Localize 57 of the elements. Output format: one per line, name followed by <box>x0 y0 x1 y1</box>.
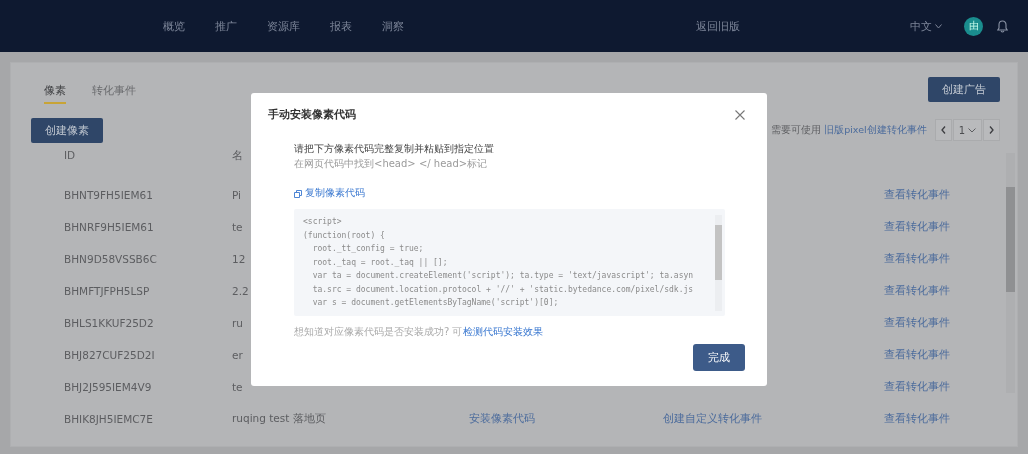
view-events-link[interactable]: 查看转化事件 <box>884 348 950 362</box>
view-events-link[interactable]: 查看转化事件 <box>884 188 950 202</box>
table-cell: BHNT9FH5IEM61 <box>64 189 153 201</box>
table-cell: BHIK8JH5IEMC7E <box>64 413 153 425</box>
table-cell: er <box>232 349 243 361</box>
table-cell: ru <box>232 317 243 329</box>
done-button[interactable]: 完成 <box>693 344 745 371</box>
nav-item[interactable]: 报表 <box>330 18 352 34</box>
nav-item[interactable]: 推广 <box>215 18 237 34</box>
table-cell: 12 <box>232 253 246 265</box>
tab[interactable]: 转化事件 <box>92 74 136 104</box>
notice-text: 需要可使用 <box>771 123 822 135</box>
table-cell: BHJ827CUF25D2I <box>64 349 155 361</box>
code-line: (function(root) { <box>303 229 386 242</box>
old-pixel-link[interactable]: 旧版pixel创建转化事件 <box>824 123 927 135</box>
table-cell: ruqing test 落地页 <box>232 412 326 426</box>
nav-item[interactable]: 概览 <box>163 18 185 34</box>
code-line: var ta = document.createElement('script'); ta.type = 'text/javascript'; ta.asyn <box>311 270 695 282</box>
tab[interactable]: 像素 <box>44 74 66 104</box>
table-cell: Pi <box>232 189 242 201</box>
nav-item[interactable]: 资源库 <box>267 18 300 34</box>
view-events-link[interactable]: 查看转化事件 <box>884 284 950 298</box>
old-version-link[interactable]: 返回旧版 <box>696 18 740 34</box>
install-code-link[interactable]: 安装像素代码 <box>469 412 535 426</box>
instruction-text: 请把下方像素代码完整复制并粘贴到指定位置 <box>294 142 495 156</box>
table-cell: BHN9D58VSSB6C <box>64 253 157 265</box>
code-line: root._tt_config = true; <box>311 243 425 255</box>
table-cell: te <box>232 221 243 233</box>
table-cell: 2.2 <box>232 285 249 297</box>
code-line: var s = document.getElementsByTagName('script')[0]; <box>311 297 560 309</box>
check-install-link[interactable]: 检测代码安装效果 <box>462 326 543 337</box>
language-selector[interactable]: 中文 <box>910 18 942 34</box>
table-cell: BHNRF9H5IEM61 <box>64 221 154 233</box>
view-events-link[interactable]: 查看转化事件 <box>884 252 950 266</box>
table-cell: BHLS1KKUF25D2 <box>64 317 154 329</box>
create-ad-button[interactable]: 创建广告 <box>928 76 1000 102</box>
page-selector[interactable]: 1 <box>952 119 982 141</box>
view-events-link[interactable]: 查看转化事件 <box>884 220 950 234</box>
create-pixel-button[interactable]: 创建像素 <box>31 117 103 143</box>
code-line: ta.src = document.location.protocol + '//' + 'static.bytedance.com/pixel/sdk.js <box>311 283 695 296</box>
view-events-link[interactable]: 查看转化事件 <box>884 380 950 394</box>
hint-text: 在网页代码中找到<head> </ head>标记 <box>294 157 489 171</box>
code-line: <script> <box>303 216 343 228</box>
nav-item[interactable]: 洞察 <box>382 18 404 34</box>
footer-text: 想知道对应像素代码是否安装成功? 可 <box>294 326 463 337</box>
table-cell: BHMFTJFPH5LSP <box>64 285 150 297</box>
code-line: root._taq = root._taq || []; <box>311 256 449 269</box>
view-events-link[interactable]: 查看转化事件 <box>884 412 950 426</box>
create-event-link[interactable]: 创建自定义转化事件 <box>663 412 762 426</box>
table-cell: te <box>232 381 243 393</box>
table-cell: BHJ2J595IEM4V9 <box>64 381 152 393</box>
column-header: ID <box>64 149 76 163</box>
copy-code-link[interactable]: 复制像素代码 <box>294 187 745 200</box>
dialog-title: 手动安装像素代码 <box>268 107 356 122</box>
column-header: 名 <box>232 149 243 163</box>
view-events-link[interactable]: 查看转化事件 <box>884 316 950 330</box>
avatar[interactable]: 由 <box>964 16 983 36</box>
